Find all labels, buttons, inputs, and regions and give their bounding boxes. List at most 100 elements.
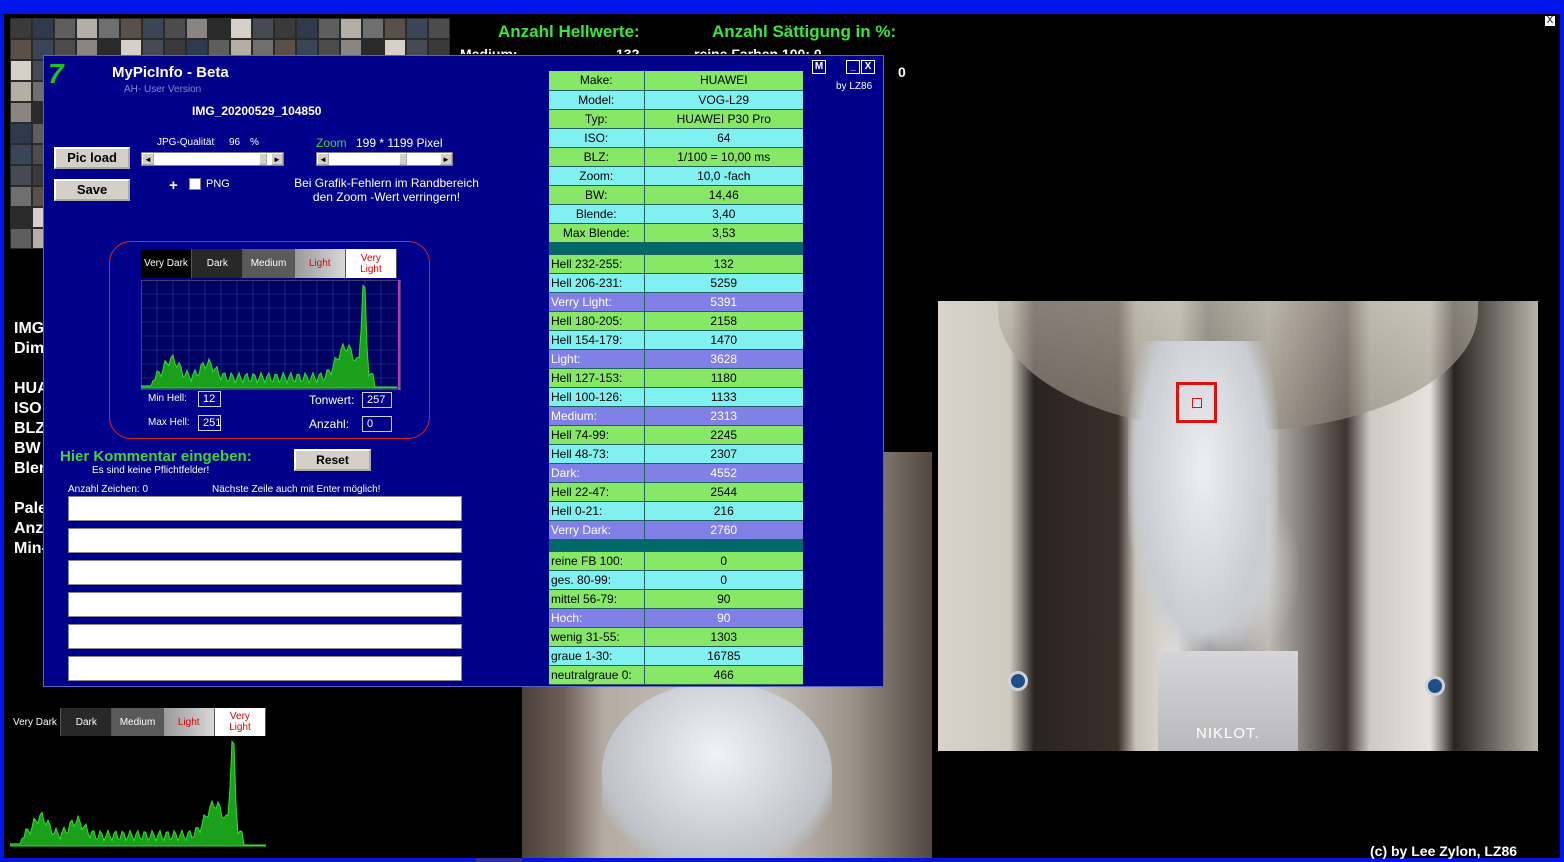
slider-left-arrow[interactable]: ◄ bbox=[142, 153, 154, 165]
row-label: Typ: bbox=[549, 109, 645, 129]
row-label: Hell 127-153: bbox=[549, 368, 645, 388]
comment-line-6[interactable] bbox=[68, 656, 462, 681]
info-table-row: Blende: 3,40 bbox=[549, 204, 803, 224]
zone-very-light: Very Light bbox=[214, 708, 267, 736]
row-value: 3,53 bbox=[644, 223, 803, 243]
row-value: 3628 bbox=[644, 349, 803, 369]
info-table-row: Hell 206-231: 5259 bbox=[549, 273, 803, 293]
info-label-partial: BLZ bbox=[14, 420, 46, 437]
zoom-label: Zoom bbox=[316, 136, 347, 150]
jpg-quality-value: 96 bbox=[229, 137, 241, 148]
row-value: 466 bbox=[644, 665, 803, 685]
zone-medium: Medium bbox=[243, 249, 295, 278]
zoom-slider[interactable]: ◄ ► bbox=[316, 152, 453, 166]
partial-saturation: reine Farben 100: 0 bbox=[694, 46, 822, 54]
palette-swatch bbox=[230, 18, 252, 39]
row-label: Hell 48-73: bbox=[549, 444, 645, 464]
info-table-row: Verry Dark: 2760 bbox=[549, 520, 803, 540]
row-label: Hell 232-255: bbox=[549, 254, 645, 274]
zoom-center-marker bbox=[1192, 398, 1202, 408]
slider-right-arrow[interactable]: ► bbox=[440, 153, 452, 165]
row-label: Verry Dark: bbox=[549, 520, 645, 540]
zone-medium: Medium bbox=[112, 708, 164, 736]
palette-swatch bbox=[186, 18, 208, 39]
jpg-quality-unit: % bbox=[250, 137, 259, 148]
window-close-button[interactable]: X bbox=[1544, 15, 1556, 27]
zone-light: Light bbox=[294, 249, 346, 278]
info-table-row: ISO: 64 bbox=[549, 128, 803, 148]
slider-right-arrow[interactable]: ► bbox=[271, 153, 283, 165]
pic-load-button[interactable]: Pic load bbox=[54, 147, 130, 169]
source-photo[interactable]: NIKLOT. bbox=[938, 301, 1538, 751]
comment-line-4[interactable] bbox=[68, 592, 462, 617]
info-table-row: neutralgraue 0: 466 bbox=[549, 665, 803, 685]
palette-swatch bbox=[208, 18, 230, 39]
small-histogram: Very Dark Dark Medium Light Very Light bbox=[9, 708, 267, 848]
row-label: Make: bbox=[549, 71, 645, 91]
row-value: 3,40 bbox=[644, 204, 803, 224]
row-label: Max Blende: bbox=[549, 223, 645, 243]
palette-swatch bbox=[164, 18, 186, 39]
zoom-value: 199 * 1199 Pixel bbox=[356, 136, 443, 150]
zone-very-dark: Very Dark bbox=[141, 249, 193, 278]
row-label: BW: bbox=[549, 185, 645, 205]
info-table-row: reine FB 100: 0 bbox=[549, 551, 803, 571]
row-label: Zoom: bbox=[549, 166, 645, 186]
zoom-warning-text: Bei Grafik-Fehlern im Randbereich den Zo… bbox=[294, 176, 479, 204]
palette-swatch bbox=[10, 207, 32, 228]
zone-dark: Dark bbox=[192, 249, 244, 278]
max-hell-value: 251 bbox=[198, 415, 221, 431]
row-label: Hell 74-99: bbox=[549, 425, 645, 445]
max-hell-label: Max Hell: bbox=[148, 417, 190, 428]
row-label: neutralgraue 0: bbox=[549, 665, 645, 685]
slider-thumb[interactable] bbox=[399, 153, 408, 165]
info-label-partial: Dim bbox=[14, 340, 45, 357]
png-checkbox[interactable] bbox=[189, 178, 201, 190]
palette-swatch bbox=[362, 18, 384, 39]
info-table-row: ges. 80-99: 0 bbox=[549, 570, 803, 590]
info-table-row: Verry Light: 5391 bbox=[549, 292, 803, 312]
info-table-row: Hell 74-99: 2245 bbox=[549, 425, 803, 445]
palette-swatch bbox=[32, 18, 54, 39]
row-label: mittel 56-79: bbox=[549, 589, 645, 609]
brightness-histogram bbox=[141, 280, 401, 390]
hellwerte-heading: Anzahl Hellwerte: bbox=[498, 22, 640, 41]
photo-plaque-text: NIKLOT. bbox=[1196, 725, 1260, 742]
row-value: VOG-L29 bbox=[644, 90, 803, 110]
comment-line-5[interactable] bbox=[68, 624, 462, 649]
info-table-row: mittel 56-79: 90 bbox=[549, 589, 803, 609]
row-value: 5259 bbox=[644, 273, 803, 293]
info-table-row: Hell 48-73: 2307 bbox=[549, 444, 803, 464]
min-hell-value: 12 bbox=[198, 391, 221, 407]
info-table-row: wenig 31-55: 1303 bbox=[549, 627, 803, 647]
photo-medallion bbox=[1008, 671, 1028, 691]
minimize-button[interactable]: _ bbox=[846, 60, 860, 74]
info-table-row: graue 1-30: 16785 bbox=[549, 646, 803, 666]
tonwert-label: Tonwert: bbox=[309, 393, 355, 407]
maximize-button[interactable]: M bbox=[812, 60, 826, 74]
slider-left-arrow[interactable]: ◄ bbox=[317, 153, 329, 165]
jpg-quality-slider[interactable]: ◄ ► bbox=[141, 152, 284, 166]
copyright-text: (c) by Lee Zylon, LZ86 bbox=[1370, 843, 1518, 859]
char-count: Anzahl Zeichen: 0 bbox=[68, 484, 149, 495]
row-label: Verry Light: bbox=[549, 292, 645, 312]
png-label: PNG bbox=[206, 178, 230, 190]
comment-line-2[interactable] bbox=[68, 528, 462, 553]
zone-light: Light bbox=[163, 708, 215, 736]
close-button[interactable]: X bbox=[861, 60, 875, 74]
info-table-row: Hell 154-179: 1470 bbox=[549, 330, 803, 350]
comment-subheading: Es sind keine Pflichtfelder! bbox=[92, 465, 210, 476]
palette-swatch bbox=[98, 18, 120, 39]
row-value: 4552 bbox=[644, 463, 803, 483]
small-histogram-curve bbox=[9, 740, 267, 847]
palette-swatch bbox=[10, 102, 32, 123]
comment-line-1[interactable] bbox=[68, 496, 462, 521]
row-value: 0 bbox=[644, 551, 803, 571]
palette-swatch bbox=[54, 18, 76, 39]
comment-line-3[interactable] bbox=[68, 560, 462, 585]
small-zone-bar: Very Dark Dark Medium Light Very Light bbox=[10, 708, 267, 736]
palette-swatch bbox=[274, 18, 296, 39]
slider-thumb[interactable] bbox=[258, 153, 267, 165]
save-button[interactable]: Save bbox=[54, 179, 130, 201]
reset-button[interactable]: Reset bbox=[294, 449, 371, 471]
